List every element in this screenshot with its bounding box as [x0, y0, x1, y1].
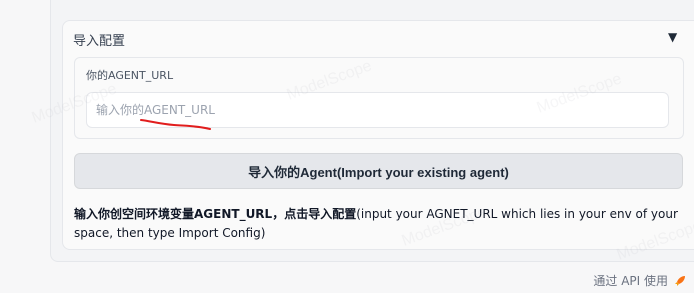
description-bold: 输入你创空间环境变量AGENT_URL，点击导入配置	[74, 207, 357, 221]
api-usage-text: 通过 API 使用	[593, 274, 668, 288]
collapse-toggle-icon[interactable]: ▼	[668, 30, 677, 44]
import-agent-button[interactable]: 导入你的Agent(Import your existing agent)	[74, 153, 683, 189]
agent-url-label: 你的AGENT_URL	[86, 69, 174, 82]
import-description: 输入你创空间环境变量AGENT_URL，点击导入配置(input your AG…	[74, 205, 684, 243]
api-usage-link[interactable]: 通过 API 使用	[593, 272, 686, 289]
panel-title: 导入配置	[73, 34, 126, 49]
red-underline-annotation	[140, 119, 211, 130]
rocket-icon	[675, 275, 685, 286]
